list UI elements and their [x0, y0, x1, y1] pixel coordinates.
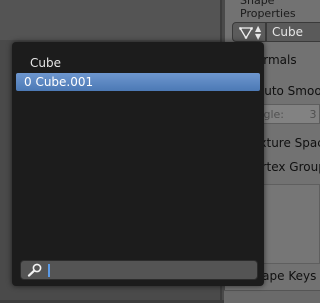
search-input[interactable]	[20, 260, 258, 280]
search-popup-menu: Cube 0 Cube.001	[12, 42, 264, 286]
popup-title: Cube	[30, 56, 61, 70]
auto-smooth-label: Auto Smooth	[256, 84, 320, 98]
properties-context-header: Shape Properties	[232, 0, 320, 20]
text-caret	[48, 264, 50, 277]
mesh-browse-button[interactable]: ▲ ▼	[232, 22, 266, 42]
up-down-arrows-icon: ▲ ▼	[255, 24, 262, 41]
mesh-datablock-selector: ▲ ▼ Cube	[232, 22, 320, 42]
properties-context-label: Shape Properties	[240, 0, 296, 20]
popup-list-item[interactable]: 0 Cube.001	[16, 73, 260, 91]
mesh-data-icon	[239, 27, 253, 39]
angle-value: 3	[309, 108, 317, 121]
search-icon	[27, 263, 42, 277]
shape-keys-list[interactable]	[224, 290, 320, 303]
viewport-header-area	[0, 0, 220, 40]
mesh-name-field[interactable]: Cube	[266, 22, 320, 42]
